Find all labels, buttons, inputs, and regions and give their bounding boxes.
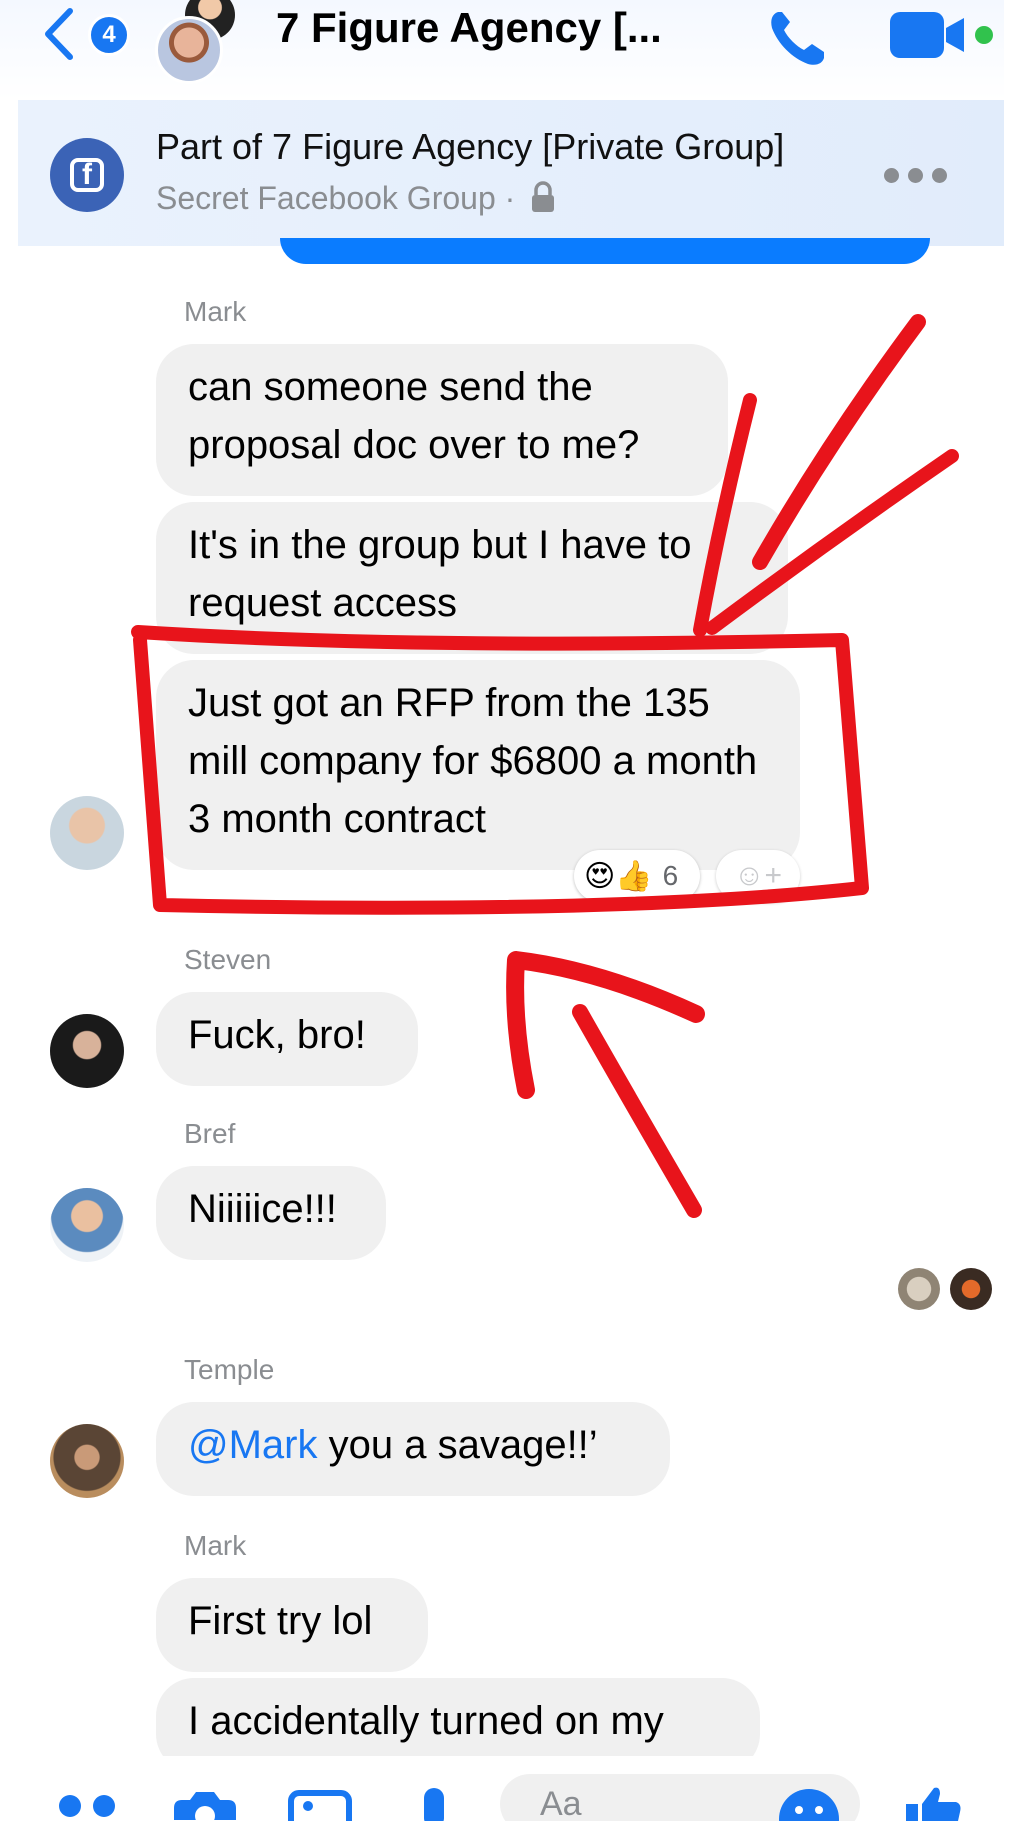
banner-subtitle-text: Secret Facebook Group · xyxy=(156,180,516,216)
message-bubble[interactable]: can someone send the proposal doc over t… xyxy=(156,344,728,496)
group-avatar[interactable] xyxy=(150,0,250,84)
message-bubble[interactable]: Fuck, bro! xyxy=(156,992,418,1086)
camera-icon[interactable] xyxy=(170,1790,240,1821)
avatar[interactable] xyxy=(50,1188,124,1262)
reaction-count: 6 xyxy=(662,860,679,891)
message-bubble-highlighted[interactable]: Just got an RFP from the 135 mill compan… xyxy=(156,660,800,870)
sender-name: Mark xyxy=(184,1530,247,1561)
photo-gallery-icon[interactable] xyxy=(288,1790,352,1821)
microphone-icon[interactable] xyxy=(414,1786,454,1821)
facebook-logo-icon: f xyxy=(50,138,124,212)
avatar[interactable] xyxy=(50,1014,124,1088)
message-bubble[interactable]: Niiiiice!!! xyxy=(156,1166,386,1260)
avatar xyxy=(155,16,223,84)
chat-title[interactable]: 7 Figure Agency [... xyxy=(276,4,662,52)
dot-icon xyxy=(932,167,947,183)
more-options-button[interactable] xyxy=(884,160,954,190)
video-camera-icon[interactable] xyxy=(888,10,998,60)
avatar[interactable] xyxy=(50,1424,124,1498)
seen-avatar xyxy=(950,1268,992,1310)
phone-icon[interactable] xyxy=(764,8,832,68)
unread-badge: 4 xyxy=(88,14,130,56)
group-banner[interactable]: f Part of 7 Figure Agency [Private Group… xyxy=(18,100,1004,246)
heart-eyes-thumbs-up-icon: 😍👍 xyxy=(584,859,653,893)
thumbs-up-icon[interactable] xyxy=(900,1784,966,1821)
reaction-summary[interactable]: 😍👍 6 xyxy=(574,850,700,902)
sender-name: Temple xyxy=(184,1354,275,1385)
chevron-left-icon xyxy=(45,8,73,60)
avatar[interactable] xyxy=(50,796,124,870)
banner-subtitle: Secret Facebook Group · xyxy=(156,180,556,217)
sender-name: Bref xyxy=(184,1118,236,1149)
dot-icon xyxy=(884,167,899,183)
back-button[interactable]: 4 xyxy=(42,6,132,62)
mention-link[interactable]: @Mark xyxy=(188,1423,318,1467)
sent-message-bubble-edge xyxy=(280,238,930,264)
seen-avatar xyxy=(898,1268,940,1310)
add-reaction-button[interactable]: ☺+ xyxy=(716,850,800,902)
dot-icon xyxy=(908,167,923,183)
message-bubble[interactable]: First try lol xyxy=(156,1578,428,1672)
chat-header: 4 7 Figure Agency [... xyxy=(0,0,1004,100)
more-actions-icon[interactable] xyxy=(58,1790,122,1821)
message-bubble[interactable]: @Mark you a savage!!’ xyxy=(156,1402,670,1496)
sender-name: Mark xyxy=(184,296,247,327)
sender-name: Steven xyxy=(184,944,272,975)
lock-icon xyxy=(532,181,555,212)
emoji-icon[interactable] xyxy=(776,1786,842,1821)
message-text: you a savage!!’ xyxy=(317,1423,598,1467)
chat-screen: 4 7 Figure Agency [... f Part of 7 Figur… xyxy=(0,0,1004,1821)
message-bubble[interactable]: It's in the group but I have to request … xyxy=(156,502,788,654)
banner-title: Part of 7 Figure Agency [Private Group] xyxy=(156,126,785,167)
